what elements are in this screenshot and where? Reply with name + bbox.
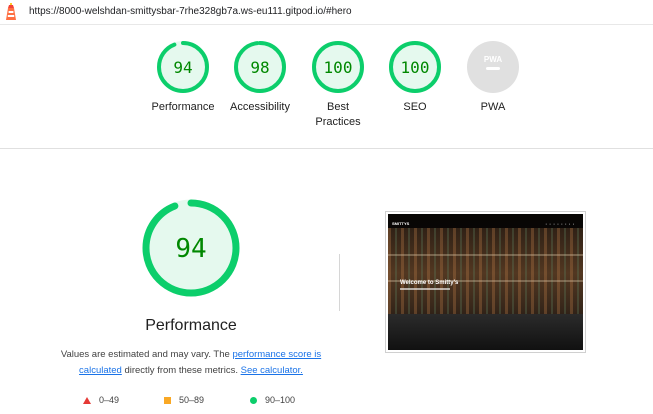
lighthouse-logo-icon	[6, 3, 16, 20]
screenshot-navbar: SMITTYS ▪ ▪ ▪ ▪ ▪ ▪ ▪ ▪	[388, 214, 583, 228]
legend-range: 50–89	[179, 395, 205, 405]
shelf-line	[388, 254, 583, 256]
gauge-label: SEO	[403, 101, 427, 113]
gauge-label: PWA	[480, 101, 506, 113]
circle-icon	[250, 396, 257, 404]
section-divider	[0, 148, 653, 149]
performance-big-gauge: 94	[142, 199, 240, 297]
triangle-icon	[83, 396, 91, 404]
gauge-seo[interactable]: 100 SEO	[370, 40, 460, 115]
bar-counter-image	[388, 314, 583, 350]
screenshot-hero-subtext	[400, 288, 450, 290]
desc-prefix: Values are estimated and may vary. The	[60, 349, 233, 360]
gauge-label: Accessibility	[230, 101, 290, 113]
bar-shelves-image	[388, 228, 583, 318]
legend-range: 90–100	[265, 395, 296, 405]
report-topbar: https://8000-welshdan-smittysbar-7rhe328…	[0, 0, 653, 25]
performance-title: Performance	[145, 317, 237, 334]
screenshot-hero-text: Welcome to Smitty's	[400, 280, 459, 286]
gauge-pwa[interactable]: PWA PWA	[448, 40, 538, 115]
screenshot-image: SMITTYS ▪ ▪ ▪ ▪ ▪ ▪ ▪ ▪ Welcome to Smitt…	[388, 214, 583, 350]
gauge-ring: 100	[312, 41, 364, 93]
see-calculator-link[interactable]: See calculator.	[241, 365, 303, 376]
vertical-divider	[339, 254, 340, 311]
gauge-ring: 98	[234, 41, 286, 93]
pwa-badge-text: PWA	[484, 55, 502, 64]
gauge-accessibility[interactable]: 98 Accessibility	[215, 40, 305, 115]
screenshot-brand: SMITTYS	[392, 221, 410, 226]
legend-average: 50–89	[164, 394, 204, 406]
gauge-score: 98	[250, 58, 269, 77]
report-url[interactable]: https://8000-welshdan-smittysbar-7rhe328…	[29, 6, 352, 17]
legend-range: 0–49	[99, 395, 120, 405]
gauge-ring: 100	[389, 41, 441, 93]
page-screenshot[interactable]: SMITTYS ▪ ▪ ▪ ▪ ▪ ▪ ▪ ▪ Welcome to Smitt…	[385, 211, 586, 353]
gauge-score: 94	[173, 58, 192, 77]
legend-fail: 0–49	[83, 394, 119, 406]
score-gauges: 94 Performance 98 Accessibility 100 Best…	[0, 40, 653, 140]
square-icon	[164, 396, 171, 404]
performance-big-score: 94	[175, 234, 206, 264]
lighthouse-report: https://8000-welshdan-smittysbar-7rhe328…	[0, 0, 653, 414]
gauge-score: 100	[324, 58, 353, 77]
gauge-label: Best Practices	[315, 101, 361, 128]
gauge-score: 100	[401, 58, 430, 77]
legend-pass: 90–100	[250, 394, 295, 406]
performance-description: Values are estimated and may vary. The p…	[50, 347, 332, 379]
pwa-badge-icon: PWA	[467, 41, 519, 93]
gauge-ring: 94	[157, 41, 209, 93]
desc-middle: directly from these metrics.	[121, 365, 241, 376]
screenshot-nav-links: ▪ ▪ ▪ ▪ ▪ ▪ ▪ ▪	[545, 222, 575, 226]
